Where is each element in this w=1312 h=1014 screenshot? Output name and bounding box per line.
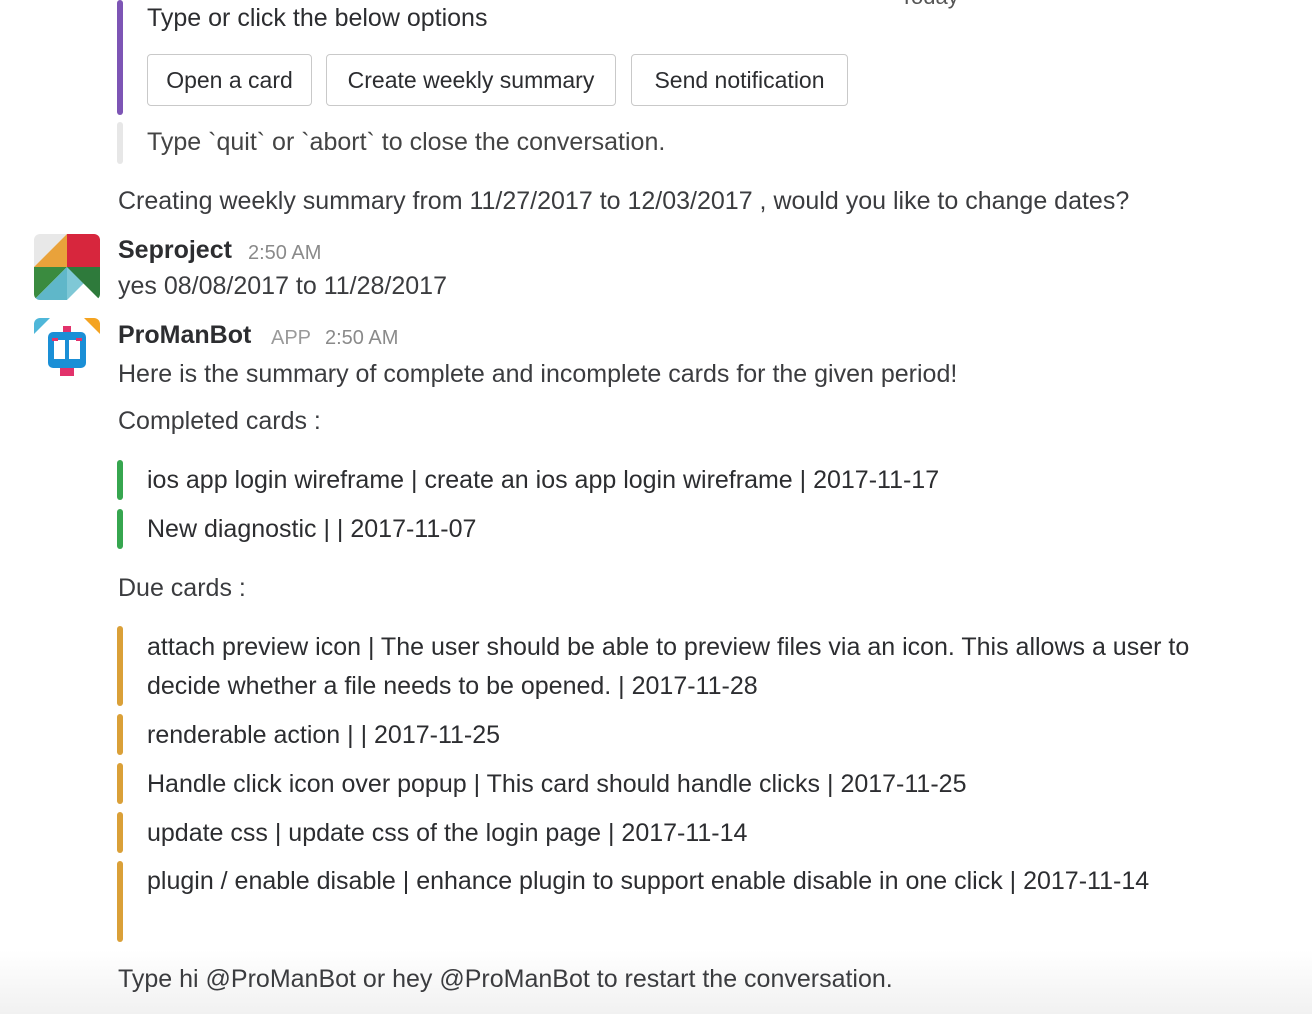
due-card-bar: [117, 812, 123, 853]
due-card-bar: [117, 626, 123, 706]
due-card-bar: [117, 763, 123, 804]
due-card-bar: [117, 714, 123, 755]
seproject-logo-icon: [34, 234, 100, 300]
bot-timestamp[interactable]: 2:50 AM: [325, 327, 398, 350]
user-message-text: yes 08/08/2017 to 11/28/2017: [118, 272, 447, 300]
send-notification-button[interactable]: Send notification: [631, 54, 848, 106]
attachment-accent-bar: [117, 0, 123, 115]
date-divider-label: Today: [900, 0, 959, 10]
due-card: renderable action | | 2017-11-25: [147, 721, 501, 749]
completed-card: New diagnostic | | 2017-11-07: [147, 515, 477, 543]
seproject-avatar[interactable]: [34, 234, 100, 300]
due-card: update css | update css of the login pag…: [147, 819, 748, 847]
completed-card: ios app login wireframe | create an ios …: [147, 466, 940, 494]
app-badge: APP: [271, 327, 312, 349]
due-card: attach preview icon | The user should be…: [147, 633, 1190, 700]
create-weekly-summary-button[interactable]: Create weekly summary: [326, 54, 616, 106]
bot-sender-name[interactable]: ProManBot: [118, 321, 251, 350]
restart-hint: Type hi @ProManBot or hey @ProManBot to …: [118, 965, 893, 993]
quit-note: Type `quit` or `abort` to close the conv…: [147, 128, 666, 156]
completed-cards-heading: Completed cards :: [118, 407, 321, 435]
completed-card-bar: [117, 460, 123, 500]
due-card-bar: [117, 861, 123, 942]
user-timestamp[interactable]: 2:50 AM: [248, 242, 321, 265]
due-card: plugin / enable disable | enhance plugin…: [147, 867, 1150, 895]
summary-intro: Here is the summary of complete and inco…: [118, 360, 958, 388]
options-prompt: Type or click the below options: [147, 4, 488, 32]
due-card: Handle click icon over popup | This card…: [147, 770, 967, 798]
bot-reply-text: Creating weekly summary from 11/27/2017 …: [118, 187, 1130, 215]
promanbot-robot-icon: [34, 318, 100, 376]
user-sender-name[interactable]: Seproject: [118, 236, 232, 265]
promanbot-avatar[interactable]: [34, 318, 100, 384]
due-cards-heading: Due cards :: [118, 574, 246, 602]
completed-card-bar: [117, 509, 123, 549]
open-card-button[interactable]: Open a card: [147, 54, 312, 106]
quit-note-bar: [117, 122, 123, 164]
